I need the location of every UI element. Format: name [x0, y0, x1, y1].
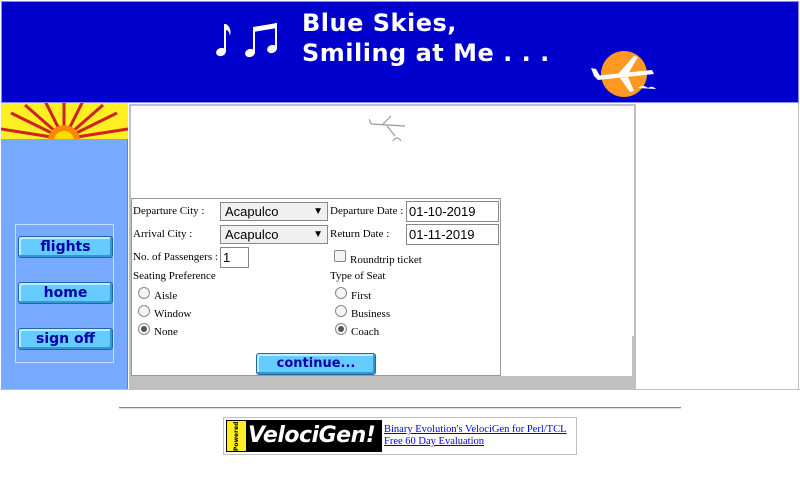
dropdown-arrow-icon: ▼ — [313, 229, 323, 240]
none-label: None — [154, 326, 178, 338]
velocigen-link[interactable]: Binary Evolution's VelociGen for Perl/TC… — [384, 424, 567, 435]
none-radio[interactable] — [138, 323, 150, 335]
aisle-radio[interactable] — [138, 287, 150, 299]
flights-button[interactable]: flights — [18, 236, 113, 258]
main-content: Departure City : Acapulco ▼ Departure Da… — [129, 104, 636, 389]
passengers-input[interactable]: 1 — [220, 247, 249, 268]
return-date-label: Return Date : — [330, 228, 390, 240]
small-airplane-image — [369, 115, 406, 142]
seating-preference-label: Seating Preference — [133, 270, 216, 282]
sidebar: flights home sign off — [1, 103, 128, 390]
roundtrip-checkbox[interactable] — [334, 250, 346, 262]
velocigen-logo[interactable]: Powered By VelociGen! — [226, 420, 382, 452]
first-label: First — [351, 290, 372, 302]
evaluation-link[interactable]: Free 60 Day Evaluation — [384, 436, 484, 447]
window-label: Window — [154, 308, 192, 320]
velocigen-logo-text: VelociGen! — [248, 423, 376, 448]
departure-date-input[interactable]: 01-10-2019 — [406, 201, 499, 222]
aisle-label: Aisle — [154, 290, 178, 302]
sunrise-image — [1, 103, 128, 139]
business-label: Business — [351, 308, 391, 320]
home-button[interactable]: home — [18, 282, 113, 304]
departure-city-select[interactable]: Acapulco ▼ — [220, 202, 328, 221]
window-radio[interactable] — [138, 305, 150, 317]
banner-title-line2: Smiling at Me . . . — [302, 39, 550, 67]
header-banner: Blue Skies, Smiling at Me . . . — [1, 1, 799, 103]
passengers-label: No. of Passengers : — [133, 251, 218, 263]
coach-radio[interactable] — [335, 323, 347, 335]
powered-by-label: Powered By — [227, 421, 259, 451]
sign-off-button[interactable]: sign off — [18, 328, 113, 350]
music-notes-icon — [216, 23, 277, 58]
right-column — [636, 103, 799, 390]
divider — [119, 407, 681, 409]
roundtrip-label: Roundtrip ticket — [350, 254, 422, 266]
nav-box: flights home sign off — [15, 224, 114, 363]
dropdown-arrow-icon: ▼ — [313, 206, 323, 217]
first-radio[interactable] — [335, 287, 347, 299]
flight-finder-form: Departure City : Acapulco ▼ Departure Da… — [131, 198, 501, 376]
arrival-city-label: Arrival City : — [133, 228, 193, 240]
departure-date-label: Departure Date : — [330, 205, 404, 217]
seat-type-label: Type of Seat — [330, 270, 386, 282]
banner-title-line1: Blue Skies, — [302, 9, 457, 37]
business-radio[interactable] — [335, 305, 347, 317]
footer-box: Powered By VelociGen! Binary Evolution's… — [223, 417, 577, 455]
sun-airplane-logo — [591, 51, 656, 97]
return-date-input[interactable]: 01-11-2019 — [406, 224, 499, 245]
departure-city-label: Departure City : — [133, 205, 205, 217]
continue-button[interactable]: continue... — [256, 353, 376, 375]
arrival-city-select[interactable]: Acapulco ▼ — [220, 225, 328, 244]
banner-title: Blue Skies, Smiling at Me . . . — [302, 8, 550, 68]
coach-label: Coach — [351, 326, 380, 338]
